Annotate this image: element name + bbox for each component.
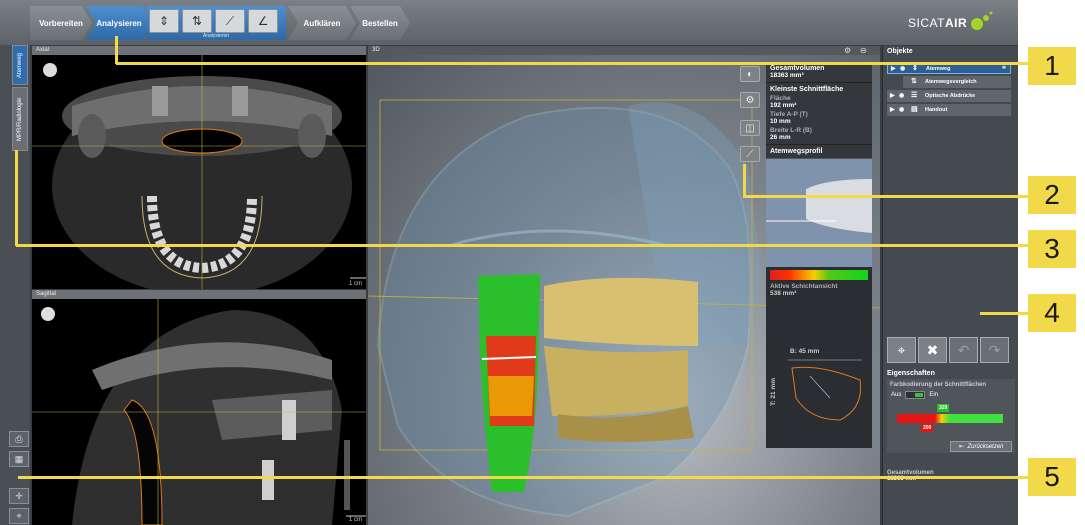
active-slice-value: 538 mm² [770, 290, 797, 297]
objects-title: Objekte [887, 48, 913, 55]
sicat-air-window: Vorbereiten Analysieren ⇕ ⇅ ⟋ ∠ Analysie… [0, 0, 1018, 525]
object-airway-compare[interactable]: ⇅ Atemwegsvergleich [903, 76, 1011, 88]
undo-button[interactable]: ↶ [949, 337, 978, 363]
view-mode-icon[interactable]: ◐ [740, 66, 760, 82]
min-section-block: Kleinste Schnittfläche Fläche 192 mm² Ti… [766, 83, 872, 145]
active-slice-label: Aktive Schichtansicht [770, 283, 838, 290]
object-handout[interactable]: ▶ ◉ ▤ Handout [887, 104, 1011, 116]
measure-tool-icon[interactable]: ⟋ [740, 146, 760, 162]
callout-line-1 [116, 62, 1030, 65]
step-consult[interactable]: Aufklären [288, 6, 356, 40]
properties-panel: Eigenschaften Farbkodierung der Schnittf… [883, 368, 1018, 453]
measure-angle-icon[interactable]: ∠ [248, 9, 278, 33]
color-coding-box: Farbkodierung der Schnittflächen Aus Ein… [887, 379, 1015, 453]
clip-box-icon[interactable]: ◫ [740, 120, 760, 136]
focus-object-button[interactable]: ⌖ [887, 337, 916, 363]
screenshot-icon[interactable]: ⎙ [9, 431, 29, 447]
analyze-group-label: Analysieren [202, 33, 230, 39]
slice-depth-value: T: 21 mm [770, 378, 777, 406]
color-coding-toggle[interactable]: Aus Ein [891, 391, 938, 399]
eye-icon[interactable]: ◉ [899, 104, 904, 116]
callout-3: 3 [1028, 230, 1076, 268]
tab-airway[interactable]: Atemweg [12, 45, 28, 85]
expand-icon[interactable]: ▶ [890, 104, 895, 116]
callout-line-1-stem [115, 36, 118, 64]
expand-icon[interactable]: ▶ [890, 90, 895, 102]
tab-mpr-radiology[interactable]: MPR/Radiologie [12, 87, 28, 151]
sagittal-scale-label: 1 cm [348, 517, 362, 523]
callout-5: 5 [1028, 458, 1076, 496]
redo-button[interactable]: ↷ [980, 337, 1009, 363]
profile-title: Atemwegsprofil [766, 145, 872, 158]
measure-distance-icon[interactable]: ⟋ [215, 9, 245, 33]
axial-scale-label: 1 cm [348, 281, 362, 287]
object-list: ▶ ◉ ⇕ Atemweg ⚭ ⇅ Atemwegsvergleich ▶ ◉ … [887, 62, 1011, 118]
lower-threshold-marker[interactable]: 200 [921, 424, 934, 432]
airway-region-icon[interactable]: ⇕ [149, 9, 179, 33]
callout-2: 2 [1028, 176, 1076, 214]
right-panel: Objekte ▶ ◉ ⇕ Atemweg ⚭ ⇅ Atemwegsvergle… [882, 46, 1018, 525]
toggle-switch[interactable] [905, 391, 926, 399]
sagittal-ct-image [32, 299, 366, 525]
properties-title: Eigenschaften [887, 370, 935, 377]
crosshair-toggle-icon[interactable]: ✛ [9, 488, 29, 504]
callout-line-2-stem [743, 164, 746, 198]
callout-line-2 [744, 195, 1030, 198]
axial-view[interactable]: Axial 1 cm [32, 46, 366, 289]
reset-icon: ⇤ [958, 444, 964, 450]
eye-icon[interactable]: ◉ [899, 90, 904, 102]
airway-info-panel: Gesamtvolumen 18363 mm³ Kleinste Schnitt… [766, 62, 872, 448]
left-tab-strip: Atemweg MPR/Radiologie ⎙ ▦ ✛ ⌖ [0, 45, 30, 525]
reset-button[interactable]: ⇤ Zurücksetzen [950, 441, 1012, 452]
logo-dots-icon [971, 11, 993, 30]
layout-grid-icon[interactable]: ▦ [9, 451, 29, 467]
airway-color-bar [770, 270, 868, 280]
sicat-air-logo: SICATAIR [908, 16, 968, 30]
step-order[interactable]: Bestellen [350, 6, 410, 40]
threshold-color-bar[interactable] [897, 414, 1003, 423]
callout-line-5 [18, 476, 1030, 479]
axial-ct-image [32, 55, 366, 289]
upper-threshold-marker[interactable]: 320 [937, 404, 950, 412]
airway-compare-icon: ⇅ [911, 78, 917, 85]
slice-outline [788, 359, 862, 421]
delete-object-button[interactable]: ✖ [918, 337, 947, 363]
analyze-tool-group: ⇕ ⇅ ⟋ ∠ Analysieren [146, 6, 286, 40]
callout-line-4 [980, 312, 1030, 315]
slice-width-value: B: 45 mm [790, 348, 820, 355]
object-action-buttons: ⌖ ✖ ↶ ↷ [887, 337, 1009, 363]
workflow-bar: Vorbereiten Analysieren ⇕ ⇅ ⟋ ∠ Analysie… [0, 0, 1018, 45]
object-optical-impressions[interactable]: ▶ ◉ ☰ Optische Abdrücke [887, 90, 1011, 102]
handout-icon: ▤ [911, 106, 918, 113]
total-volume-block: Gesamtvolumen 18363 mm³ [766, 62, 872, 83]
callout-line-3-stem [15, 150, 18, 246]
optical-impression-icon: ☰ [911, 92, 918, 99]
callout-4: 4 [1028, 294, 1076, 332]
sagittal-view[interactable]: Sagittal 1 cm [32, 290, 366, 525]
crosshair-frame-icon[interactable]: ⌖ [9, 508, 29, 524]
airway-compare-icon[interactable]: ⇅ [182, 9, 212, 33]
step-prepare[interactable]: Vorbereiten [30, 6, 92, 40]
airway-profile-chart [766, 158, 872, 267]
callout-line-3 [16, 244, 1030, 247]
callout-1: 1 [1028, 47, 1076, 85]
step-analyze[interactable]: Analysieren [86, 6, 152, 40]
render-settings-icon[interactable]: ⚙ [740, 92, 760, 108]
